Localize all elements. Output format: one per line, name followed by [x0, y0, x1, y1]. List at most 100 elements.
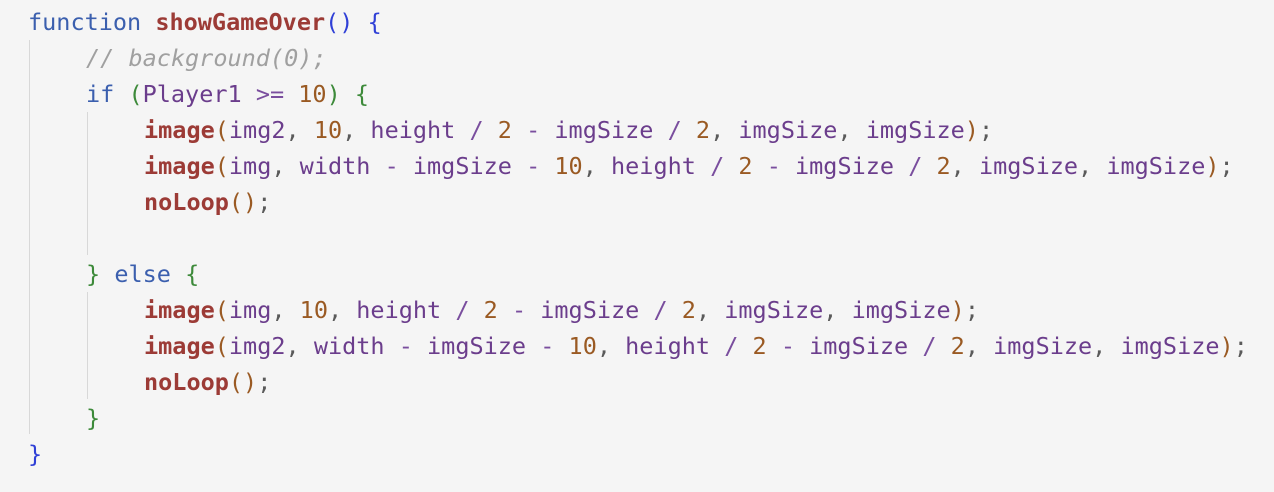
- code-token-var: width: [313, 332, 385, 360]
- code-token-var: imgSize: [978, 152, 1079, 180]
- code-token-fn-def: showGameOver: [155, 8, 326, 36]
- code-token-var: Player1: [142, 80, 242, 108]
- code-line: }: [28, 436, 42, 472]
- code-token-op: /: [922, 332, 937, 360]
- code-token-punct: ,: [271, 152, 286, 180]
- code-token-punct: ,: [950, 152, 965, 180]
- code-token-var: img2: [228, 332, 286, 360]
- code-token-comment: // background(0);: [86, 44, 327, 72]
- code-token-punct: ,: [1092, 332, 1107, 360]
- code-token-punct: ,: [582, 152, 597, 180]
- code-token-num: 2: [695, 116, 711, 144]
- code-token-num: 10: [554, 152, 583, 180]
- code-token-num: 10: [299, 296, 328, 324]
- code-token-var: imgSize: [865, 116, 965, 144]
- code-token-punct: ;: [1233, 332, 1248, 360]
- code-token-op: -: [526, 116, 541, 144]
- code-token-b0: }: [28, 440, 43, 468]
- code-token-b1: (: [128, 80, 143, 108]
- code-token-b2: (): [228, 368, 258, 396]
- code-token-punct: ;: [257, 188, 272, 216]
- code-token-num: 2: [497, 116, 512, 144]
- code-token-punct: ,: [327, 296, 343, 324]
- code-token-var: imgSize: [795, 152, 895, 180]
- code-token-op: /: [908, 152, 923, 180]
- code-token-var: imgSize: [724, 296, 824, 324]
- code-editor[interactable]: function showGameOver() { // background(0…: [0, 0, 1274, 492]
- code-token-punct: ;: [964, 296, 979, 324]
- code-line: function showGameOver() {: [28, 4, 382, 40]
- code-token-fn: noLoop: [144, 188, 229, 216]
- code-token-fn: image: [144, 332, 215, 360]
- code-token-b2: ): [950, 296, 965, 324]
- code-token-var: width: [299, 152, 371, 180]
- code-token-punct: ,: [285, 116, 300, 144]
- code-token-var: imgSize: [540, 296, 640, 324]
- code-token-fn: image: [144, 152, 215, 180]
- code-token-punct: ,: [342, 116, 357, 144]
- code-token-b2: (): [228, 188, 258, 216]
- code-token-punct: ,: [271, 296, 286, 324]
- code-token-punct: ;: [978, 116, 994, 144]
- code-token-b1: ): [326, 80, 341, 108]
- code-token-num: 2: [752, 332, 767, 360]
- code-token-op: -: [540, 332, 555, 360]
- code-token-punct: ,: [964, 332, 979, 360]
- code-token-punct: ,: [285, 332, 300, 360]
- code-token-num: 10: [313, 116, 343, 144]
- code-token-num: 2: [681, 296, 696, 324]
- code-token-var: imgSize: [427, 332, 527, 360]
- code-line: }: [86, 400, 100, 436]
- code-token-var: imgSize: [851, 296, 951, 324]
- code-token-num: 2: [483, 296, 498, 324]
- code-token-punct: ,: [823, 296, 838, 324]
- code-token-var: imgSize: [809, 332, 909, 360]
- code-token-op: -: [780, 332, 795, 360]
- code-token-b2: ): [1219, 332, 1234, 360]
- code-token-fn: image: [144, 116, 215, 144]
- code-token-op: -: [398, 332, 413, 360]
- code-token-var: imgSize: [554, 116, 654, 144]
- indent-guide-level-2-if: [87, 112, 88, 255]
- code-token-op: -: [384, 152, 399, 180]
- code-token-punct: ,: [596, 332, 611, 360]
- code-token-b0: (): [325, 8, 354, 36]
- code-token-var: img: [228, 296, 272, 324]
- code-line: if (Player1 >= 10) {: [86, 76, 369, 112]
- code-token-punct: ;: [1219, 152, 1234, 180]
- code-token-punct: ,: [710, 116, 725, 144]
